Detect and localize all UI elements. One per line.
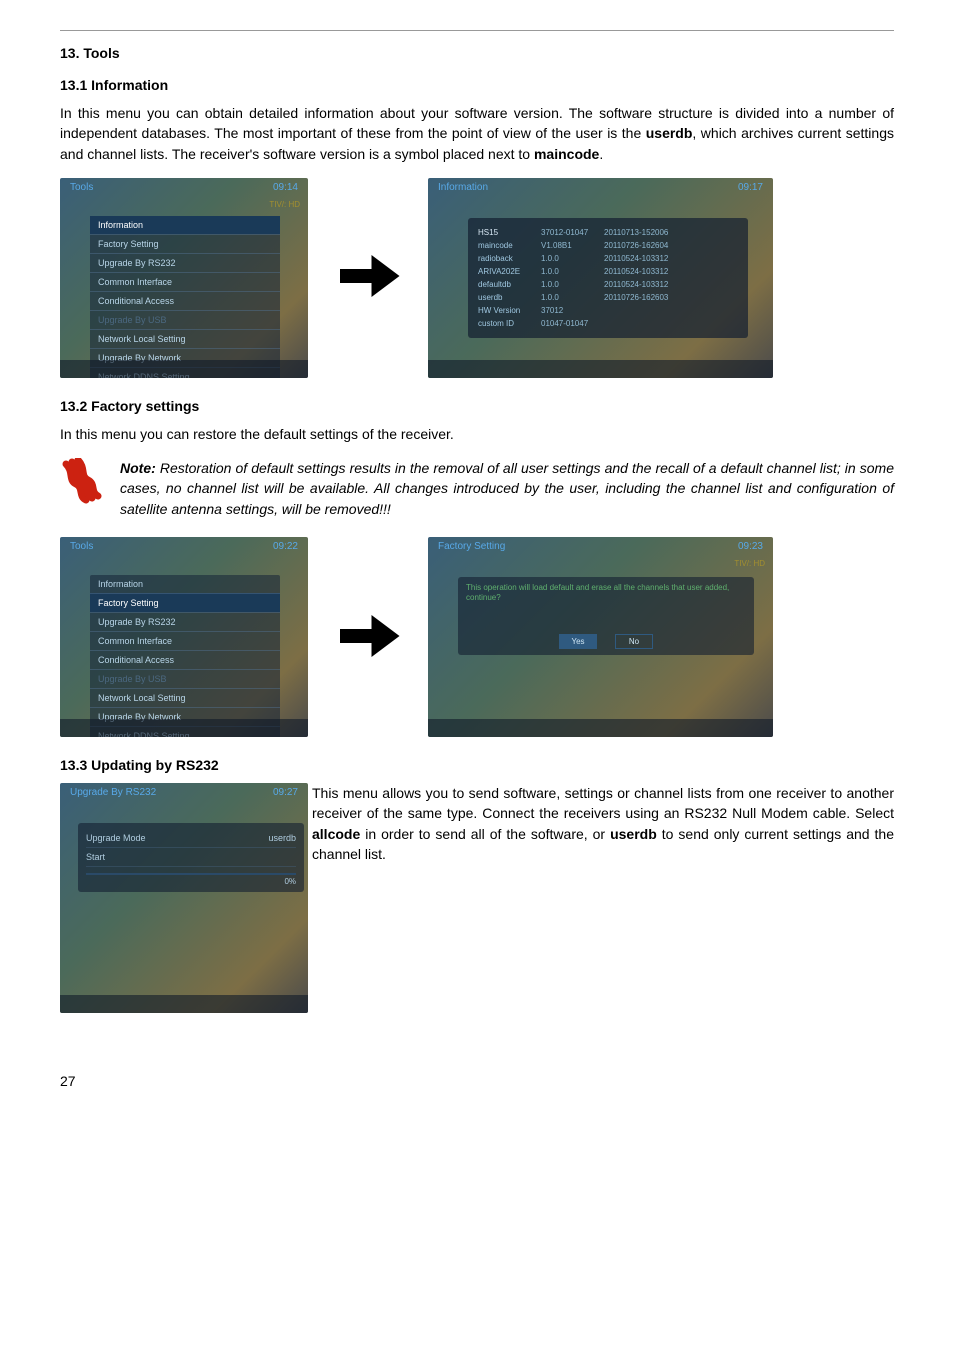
osd-clock: 09:27: [273, 787, 298, 798]
info-row: defaultdb1.0.020110524-103312: [478, 278, 738, 291]
heading-13-1: 13.1 Information: [60, 77, 894, 93]
osd-title: Tools: [70, 541, 93, 552]
screenshot-row-2: Tools 09:22 InformationFactory SettingUp…: [60, 537, 894, 737]
paragraph-13-3: This menu allows you to send software, s…: [312, 783, 894, 864]
paragraph-13-2: In this menu you can restore the default…: [60, 424, 894, 444]
menu-item[interactable]: Information: [90, 216, 280, 234]
menu-item[interactable]: Common Interface: [90, 272, 280, 291]
menu-item[interactable]: Conditional Access: [90, 291, 280, 310]
screenshot-row-1: Tools 09:14 TIV/: HD InformationFactory …: [60, 178, 894, 378]
osd-bottombar: [428, 360, 773, 378]
osd-info-panel: HS1537012-0104720110713-152006maincodeV1…: [468, 218, 748, 338]
note-text: Note: Restoration of default settings re…: [120, 458, 894, 519]
heading-13: 13. Tools: [60, 45, 894, 61]
warning-icon: [60, 458, 108, 506]
no-button[interactable]: No: [615, 634, 653, 649]
arrow-right-icon: [328, 601, 408, 674]
osd-clock: 09:23: [738, 541, 763, 552]
paragraph-13-1: In this menu you can obtain detailed inf…: [60, 103, 894, 164]
info-row: HS1537012-0104720110713-152006: [478, 226, 738, 239]
menu-item[interactable]: Upgrade By RS232: [90, 253, 280, 272]
bold-maincode: maincode: [534, 146, 599, 162]
osd-title: Factory Setting: [438, 541, 505, 552]
screenshot-factory-confirm: Factory Setting 09:23 TIV/: HD This oper…: [428, 537, 773, 737]
menu-item[interactable]: Upgrade By RS232: [90, 612, 280, 631]
osd-confirm-panel: This operation will load default and era…: [458, 577, 754, 655]
note-body: Restoration of default settings results …: [120, 460, 894, 517]
screenshot-tools-menu-2: Tools 09:22 InformationFactory SettingUp…: [60, 537, 308, 737]
info-row: radioback1.0.020110524-103312: [478, 252, 738, 265]
screenshot-row-3: Upgrade By RS232 09:27 Upgrade Modeuserd…: [60, 783, 894, 1013]
menu-item[interactable]: Upgrade By USB: [90, 669, 280, 688]
menu-item[interactable]: Upgrade By USB: [90, 310, 280, 329]
osd-title: Tools: [70, 182, 93, 193]
osd-menu-panel: InformationFactory SettingUpgrade By RS2…: [90, 575, 280, 737]
menu-item[interactable]: Network Local Setting: [90, 329, 280, 348]
info-row: userdb1.0.020110726-162603: [478, 291, 738, 304]
info-row: ARIVA202E1.0.020110524-103312: [478, 265, 738, 278]
text-13-3-b: in order to send all of the software, or: [360, 826, 610, 842]
yes-button[interactable]: Yes: [559, 634, 597, 649]
menu-item[interactable]: Common Interface: [90, 631, 280, 650]
osd-bottombar: [60, 995, 308, 1013]
info-row: HW Version37012: [478, 304, 738, 317]
page-number: 27: [60, 1073, 894, 1089]
screenshot-upgrade-rs232: Upgrade By RS232 09:27 Upgrade Modeuserd…: [60, 783, 308, 1013]
bold-userdb: userdb: [646, 125, 693, 141]
menu-item[interactable]: Factory Setting: [90, 234, 280, 253]
menu-item[interactable]: Factory Setting: [90, 593, 280, 612]
osd-title: Information: [438, 182, 488, 193]
osd-clock: 09:22: [273, 541, 298, 552]
arrow-right-icon: [328, 241, 408, 314]
progress-bar: [86, 873, 296, 875]
text-13-3-a: This menu allows you to send software, s…: [312, 785, 894, 821]
info-row: maincodeV1.08B120110726-162604: [478, 239, 738, 252]
osd-clock: 09:17: [738, 182, 763, 193]
osd-bottombar: [60, 360, 308, 378]
bold-userdb-2: userdb: [610, 826, 657, 842]
upgrade-row[interactable]: Upgrade Modeuserdb: [86, 829, 296, 848]
heading-13-3: 13.3 Updating by RS232: [60, 757, 894, 773]
heading-13-2: 13.2 Factory settings: [60, 398, 894, 414]
bold-allcode: allcode: [312, 826, 360, 842]
osd-menu-panel: InformationFactory SettingUpgrade By RS2…: [90, 216, 280, 378]
menu-item[interactable]: Information: [90, 575, 280, 593]
osd-badge: TIV/: HD: [734, 559, 765, 568]
osd-upgrade-panel: Upgrade ModeuserdbStart 0%: [78, 823, 304, 892]
confirm-message: This operation will load default and era…: [466, 583, 746, 604]
screenshot-tools-menu: Tools 09:14 TIV/: HD InformationFactory …: [60, 178, 308, 378]
menu-item[interactable]: Conditional Access: [90, 650, 280, 669]
note-label: Note:: [120, 460, 156, 476]
horizontal-rule: [60, 30, 894, 31]
menu-item[interactable]: Network Local Setting: [90, 688, 280, 707]
osd-bottombar: [428, 719, 773, 737]
osd-bottombar: [60, 719, 308, 737]
upgrade-row[interactable]: Start: [86, 848, 296, 867]
osd-clock: 09:14: [273, 182, 298, 193]
progress-percent: 0%: [86, 877, 296, 886]
osd-title: Upgrade By RS232: [70, 787, 156, 798]
osd-badge: TIV/: HD: [269, 200, 300, 209]
text-13-1-c: .: [599, 146, 603, 162]
screenshot-information: Information 09:17 HS1537012-010472011071…: [428, 178, 773, 378]
note-block: Note: Restoration of default settings re…: [60, 458, 894, 519]
info-row: custom ID01047-01047: [478, 317, 738, 330]
